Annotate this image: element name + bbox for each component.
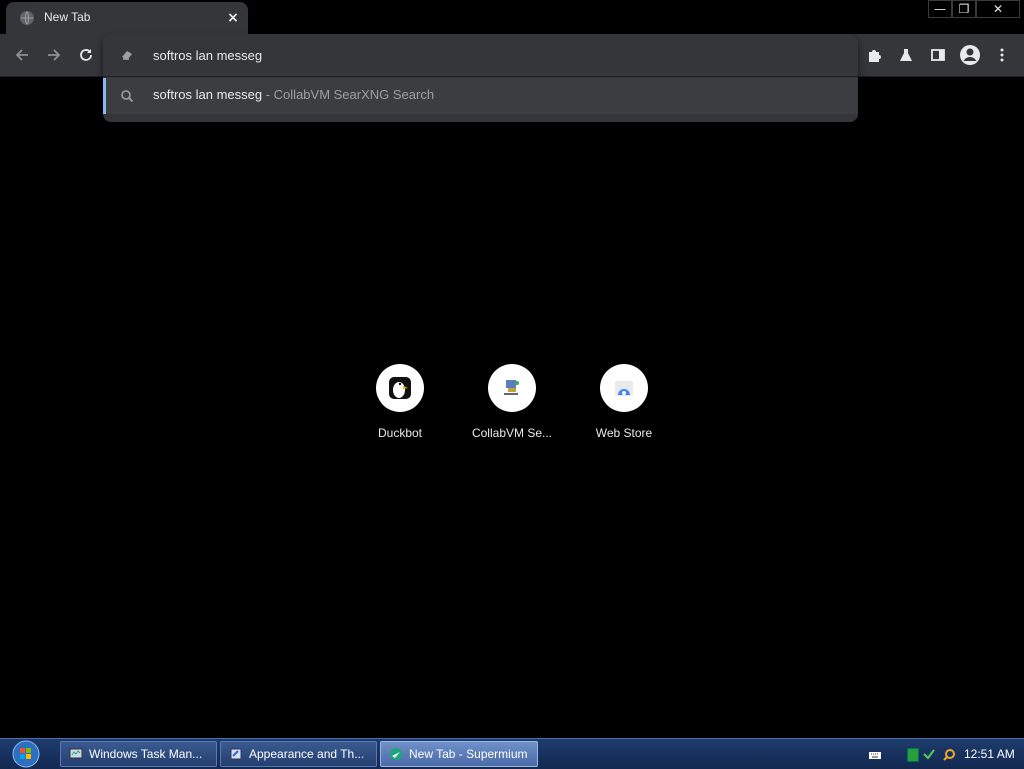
flask-icon: [900, 49, 912, 61]
task-label: New Tab - Supermium: [409, 747, 528, 761]
extensions-button[interactable]: [861, 42, 887, 68]
address-bar-input[interactable]: [153, 44, 833, 66]
collabvm-icon: [504, 380, 519, 395]
keyboard-icon[interactable]: [868, 747, 882, 761]
start-button[interactable]: [8, 740, 44, 768]
windows-logo-icon: [12, 740, 40, 768]
side-panel-icon: [931, 49, 945, 61]
shortcut-web-store[interactable]: Web Store: [568, 364, 680, 454]
network-icon[interactable]: [922, 747, 936, 761]
puzzle-icon: [869, 50, 881, 62]
taskbar-clock[interactable]: 12:51 AM: [964, 747, 1015, 761]
profile-button[interactable]: [957, 42, 983, 68]
search-icon: [119, 88, 135, 104]
suggestion-separator: -: [262, 87, 274, 102]
arrow-left-icon: [15, 49, 28, 61]
search-icon[interactable]: [942, 747, 956, 761]
task-label: Appearance and Th...: [249, 747, 365, 761]
window-maximize-button[interactable]: ❐: [952, 0, 976, 18]
window-close-button[interactable]: ✕: [976, 0, 1020, 18]
suggestion-query: softros lan messeg: [153, 87, 263, 102]
duckbot-icon: [389, 377, 411, 399]
shortcut-label: Web Store: [595, 426, 653, 440]
shortcut-collabvm[interactable]: CollabVM Se...: [456, 364, 568, 454]
globe-icon: [20, 11, 34, 25]
control-panel-icon: [229, 747, 243, 761]
reload-icon: [80, 49, 92, 61]
suggestion-text: softros lan messeg - CollabVM SearXNG Se…: [153, 87, 434, 102]
arrow-right-icon: [48, 49, 61, 61]
labs-button[interactable]: [893, 42, 919, 68]
shortcut-label: Duckbot: [377, 426, 423, 440]
shortcut-tile: [600, 364, 648, 412]
shortcut-tile: [376, 364, 424, 412]
omnibox-divider: [103, 76, 858, 77]
tab-title: New Tab: [44, 10, 91, 24]
taskbar-supermium[interactable]: New Tab - Supermium: [380, 741, 538, 767]
shortcut-tile: [488, 364, 536, 412]
shortcut-duckbot[interactable]: Duckbot: [344, 364, 456, 454]
windows-taskbar: Windows Task Man... Appearance and Th...…: [0, 738, 1024, 769]
tab-strip: New Tab × — ❐ ✕: [0, 0, 1024, 34]
collabvm-site-icon: [119, 47, 135, 63]
battery-icon[interactable]: [906, 747, 920, 762]
menu-button[interactable]: [989, 42, 1015, 68]
suggestion-engine: CollabVM SearXNG Search: [273, 87, 435, 102]
supermium-icon: [389, 747, 403, 761]
omnibox-dropdown: softros lan messeg - CollabVM SearXNG Se…: [103, 34, 858, 122]
kebab-menu-icon: [1000, 48, 1004, 62]
avatar-icon: [960, 45, 980, 65]
taskbar-task-manager[interactable]: Windows Task Man...: [60, 741, 217, 767]
taskbar-appearance[interactable]: Appearance and Th...: [220, 741, 377, 767]
task-manager-icon: [69, 747, 83, 761]
side-panel-button[interactable]: [925, 42, 951, 68]
back-button[interactable]: [9, 42, 35, 68]
tab-close-button[interactable]: ×: [224, 9, 242, 27]
reload-button[interactable]: [73, 42, 99, 68]
forward-button[interactable]: [41, 42, 67, 68]
omnibox-row: [103, 34, 858, 76]
window-minimize-button[interactable]: —: [928, 0, 952, 18]
omnibox-suggestion[interactable]: softros lan messeg - CollabVM SearXNG Se…: [103, 78, 858, 114]
web-store-icon: [615, 381, 633, 396]
suggestion-selection-bar: [103, 78, 106, 114]
system-tray: 12:51 AM: [864, 741, 1024, 767]
tab-new-tab[interactable]: New Tab ×: [6, 2, 248, 34]
task-label: Windows Task Man...: [89, 747, 203, 761]
shortcut-label: CollabVM Se...: [471, 426, 553, 440]
